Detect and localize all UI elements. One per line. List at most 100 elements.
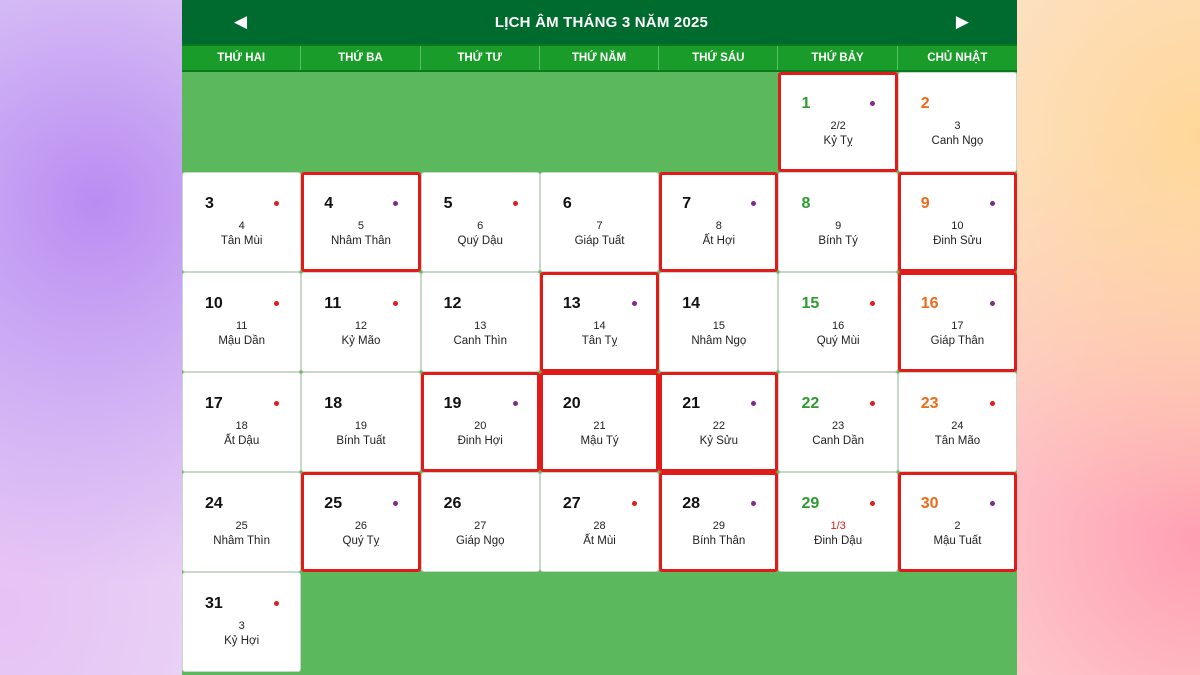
weekday-sunday: CHỦ NHẬT [927,52,988,64]
day-cell[interactable]: 18 19 Bính Tuất [301,372,421,472]
can-chi-label: Đinh Dậu [814,535,863,547]
empty-day-cell [897,572,1017,672]
can-chi-label: Kỷ Mão [341,335,381,347]
day-cell[interactable]: 16 17 Giáp Thân [897,272,1017,372]
solar-date: 5 [443,195,453,212]
day-cell[interactable]: 28 29 Bính Thân [659,472,779,572]
solar-date: 14 [682,295,700,312]
purple-dot-icon [989,201,995,206]
lunar-date: 25 [235,520,248,532]
day-cell[interactable]: 7 8 Ất Hợi [659,172,779,272]
solar-date: 13 [562,295,581,312]
lunar-date: 2 [954,520,961,532]
lunar-date: 17 [951,320,964,332]
can-chi-label: Giáp Thân [930,335,985,347]
purple-dot-icon [989,501,995,506]
day-cell[interactable]: 15 16 Quý Mùi [778,272,898,372]
day-cell[interactable]: 5 6 Quý Dậu [420,172,540,272]
can-chi-label: Giáp Ngọ [455,535,505,547]
lunar-date: 21 [593,420,606,432]
prev-month-icon[interactable]: ◀ [234,12,247,32]
weekday-thursday: THỨ NĂM [540,46,660,70]
day-cell[interactable]: 29 1/3 Đinh Dậu [778,472,898,572]
weekday-saturday: THỨ BẢY [778,46,898,70]
can-chi-label: Canh Dần [812,435,865,447]
weekday-monday: THỨ HAI [182,46,302,70]
next-month-icon[interactable]: ▶ [956,12,969,32]
lunar-date: 13 [474,320,487,332]
can-chi-label: Tân Mão [934,435,981,447]
can-chi-label: Đinh Hợi [457,435,503,447]
day-cell[interactable]: 3 4 Tân Mùi [182,172,302,272]
can-chi-label: Mậu Tuất [933,535,982,547]
lunar-date: 3 [954,120,961,132]
lunar-date: 15 [712,320,725,332]
solar-date: 24 [205,495,223,512]
red-dot-icon [393,301,399,306]
day-cell[interactable]: 2 3 Canh Ngọ [897,72,1017,172]
solar-date: 20 [562,395,581,412]
day-cell[interactable]: 13 14 Tân Tỵ [539,272,660,372]
day-cell[interactable]: 27 28 Ất Mùi [539,472,660,572]
day-cell[interactable]: 22 23 Canh Dần [778,372,898,472]
can-chi-label: Ất Dậu [224,435,260,447]
lunar-date: 23 [832,420,845,432]
lunar-date: 24 [951,420,964,432]
can-chi-label: Tân Mùi [220,235,263,247]
solar-date: 29 [801,495,820,512]
solar-date: 12 [443,295,462,312]
red-dot-icon [870,401,876,406]
lunar-date: 19 [354,420,368,432]
day-cell[interactable]: 8 9 Bính Tý [778,172,898,272]
day-cell[interactable]: 23 24 Tân Mão [897,372,1017,472]
day-cell[interactable]: 31 3 Kỷ Hợi [182,572,302,672]
day-cell[interactable]: 20 21 Mậu Tý [539,372,660,472]
solar-date: 28 [682,495,700,512]
lunar-date: 12 [354,320,368,332]
can-chi-label: Ất Mùi [583,535,616,547]
calendar-title: LỊCH ÂM THÁNG 3 NĂM 2025 [494,13,709,31]
empty-day-cell [182,72,302,172]
red-dot-icon [274,201,279,206]
lunar-date: 10 [951,220,964,232]
can-chi-label: Kỷ Tỵ [823,135,853,147]
weekday-header-row: THỨ HAI THỨ BA THỨ TƯ THỨ NĂM THỨ SÁU TH… [182,44,1017,72]
solar-date: 2 [920,95,930,112]
day-cell[interactable]: 26 27 Giáp Ngọ [420,472,540,572]
day-cell[interactable]: 11 12 Kỷ Mão [301,272,421,372]
can-chi-label: Mậu Dần [218,335,265,347]
day-cell[interactable]: 12 13 Canh Thìn [420,272,540,372]
lunar-date: 1/3 [830,520,846,532]
day-cell[interactable]: 25 26 Quý Tỵ [301,472,421,572]
day-cell[interactable]: 17 18 Ất Dậu [182,372,302,472]
day-cell[interactable]: 21 22 Kỷ Sửu [659,372,779,472]
day-cell[interactable]: 14 15 Nhâm Ngọ [659,272,779,372]
lunar-date: 20 [474,420,487,432]
day-cell[interactable]: 30 2 Mậu Tuất [897,472,1017,572]
day-cell[interactable]: 10 11 Mậu Dần [182,272,302,372]
day-cell[interactable]: 1 2/2 Kỷ Tỵ [778,72,898,172]
empty-day-cell [539,72,660,172]
solar-date: 23 [920,395,939,412]
lunar-calendar: ◀ LỊCH ÂM THÁNG 3 NĂM 2025 ▶ THỨ HAI THỨ… [182,0,1017,675]
lunar-date: 14 [593,320,606,332]
day-cell[interactable]: 19 20 Đinh Hợi [420,372,540,472]
solar-date: 16 [920,295,939,312]
solar-date: 21 [682,395,700,412]
can-chi-label: Nhâm Thân [331,235,391,247]
red-dot-icon [512,201,518,206]
solar-date: 27 [562,495,581,512]
solar-date: 7 [682,195,692,212]
lunar-date: 11 [235,320,248,332]
day-cell[interactable]: 24 25 Nhâm Thìn [182,472,302,572]
day-cell[interactable]: 4 5 Nhâm Thân [301,172,421,272]
solar-date: 17 [205,395,223,412]
can-chi-label: Tân Tỵ [581,335,618,347]
can-chi-label: Giáp Tuất [574,235,625,247]
solar-date: 9 [920,195,930,212]
solar-date: 10 [205,295,223,312]
day-cell[interactable]: 9 10 Đinh Sửu [897,172,1017,272]
can-chi-label: Quý Mùi [816,335,860,347]
day-cell[interactable]: 6 7 Giáp Tuất [539,172,660,272]
can-chi-label: Canh Ngọ [931,135,984,147]
